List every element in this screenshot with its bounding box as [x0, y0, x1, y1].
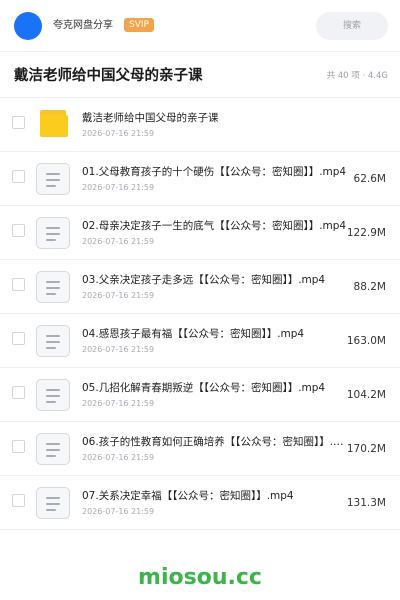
item-name[interactable]: 05.几招化解青春期叛逆【【公众号：密知圈】】.mp4	[82, 381, 352, 396]
item-name[interactable]: 01.父母教育孩子的十个硬伤【【公众号：密知圈】】.mp4	[82, 165, 352, 180]
app-name: 夸克网盘分享	[53, 20, 113, 31]
avatar[interactable]	[14, 12, 42, 40]
item-date: 2026-07-16 21:59	[82, 453, 155, 462]
item-size: 104.2M	[346, 389, 386, 401]
item-date: 2026-07-16 21:59	[82, 399, 155, 408]
item-date: 2026-07-16 21:59	[82, 237, 155, 246]
item-size: 163.0M	[346, 335, 386, 347]
checkbox-icon[interactable]	[12, 494, 25, 507]
item-name[interactable]: 04.感恩孩子最有福【【公众号：密知圈】】.mp4	[82, 327, 352, 342]
page-title: 戴洁老师给中国父母的亲子课	[14, 68, 203, 84]
item-name[interactable]: 03.父亲决定孩子走多远【【公众号：密知圈】】.mp4	[82, 273, 352, 288]
item-date: 2026-07-16 21:59	[82, 291, 155, 300]
checkbox-icon[interactable]	[12, 440, 25, 453]
svip-badge: SVIP	[124, 18, 154, 32]
checkbox-icon[interactable]	[12, 386, 25, 399]
file-icon	[36, 271, 70, 303]
file-row[interactable]: 05.几招化解青春期叛逆【【公众号：密知圈】】.mp4 2026-07-16 21…	[0, 368, 400, 422]
file-icon	[36, 217, 70, 249]
item-name[interactable]: 戴洁老师给中国父母的亲子课	[82, 111, 382, 126]
file-row[interactable]: 02.母亲决定孩子一生的底气【【公众号：密知圈】】.mp4 2026-07-16 …	[0, 206, 400, 260]
item-date: 2026-07-16 21:59	[82, 507, 155, 516]
file-row[interactable]: 06.孩子的性教育如何正确培养【【公众号：密知圈】】.mp4 2026-07-16…	[0, 422, 400, 476]
file-icon	[36, 325, 70, 357]
item-size: 122.9M	[346, 227, 386, 239]
file-row[interactable]: 03.父亲决定孩子走多远【【公众号：密知圈】】.mp4 2026-07-16 21…	[0, 260, 400, 314]
checkbox-icon[interactable]	[12, 332, 25, 345]
folder-icon	[36, 109, 70, 141]
file-icon	[36, 433, 70, 465]
item-date: 2026-07-16 21:59	[82, 129, 155, 138]
top-bar: 夸克网盘分享 SVIP 搜索	[0, 0, 400, 52]
item-name[interactable]: 02.母亲决定孩子一生的底气【【公众号：密知圈】】.mp4	[82, 219, 352, 234]
file-icon	[36, 487, 70, 519]
file-row[interactable]: 01.父母教育孩子的十个硬伤【【公众号：密知圈】】.mp4 2026-07-16 …	[0, 152, 400, 206]
checkbox-icon[interactable]	[12, 224, 25, 237]
checkbox-icon[interactable]	[12, 116, 25, 129]
checkbox-icon[interactable]	[12, 170, 25, 183]
item-size: 62.6M	[353, 173, 386, 185]
watermark: miosou.cc	[138, 565, 262, 590]
file-list: 戴洁老师给中国父母的亲子课 2026-07-16 21:59 01.父母教育孩子的十…	[0, 98, 400, 530]
item-size: 88.2M	[353, 281, 386, 293]
checkbox-icon[interactable]	[12, 278, 25, 291]
folder-header: 戴洁老师给中国父母的亲子课 共 40 项 · 4.4G	[0, 52, 400, 98]
search-input[interactable]: 搜索	[316, 12, 388, 40]
item-name[interactable]: 07.关系决定幸福【【公众号：密知圈】】.mp4	[82, 489, 352, 504]
item-name[interactable]: 06.孩子的性教育如何正确培养【【公众号：密知圈】】.mp4	[82, 435, 352, 450]
file-icon	[36, 379, 70, 411]
item-date: 2026-07-16 21:59	[82, 183, 155, 192]
file-row[interactable]: 04.感恩孩子最有福【【公众号：密知圈】】.mp4 2026-07-16 21:5…	[0, 314, 400, 368]
folder-row[interactable]: 戴洁老师给中国父母的亲子课 2026-07-16 21:59	[0, 98, 400, 152]
folder-meta: 共 40 项 · 4.4G	[326, 71, 388, 81]
item-date: 2026-07-16 21:59	[82, 345, 155, 354]
file-icon	[36, 163, 70, 195]
item-size: 170.2M	[346, 443, 386, 455]
item-size: 131.3M	[346, 497, 386, 509]
file-row[interactable]: 07.关系决定幸福【【公众号：密知圈】】.mp4 2026-07-16 21:59…	[0, 476, 400, 530]
